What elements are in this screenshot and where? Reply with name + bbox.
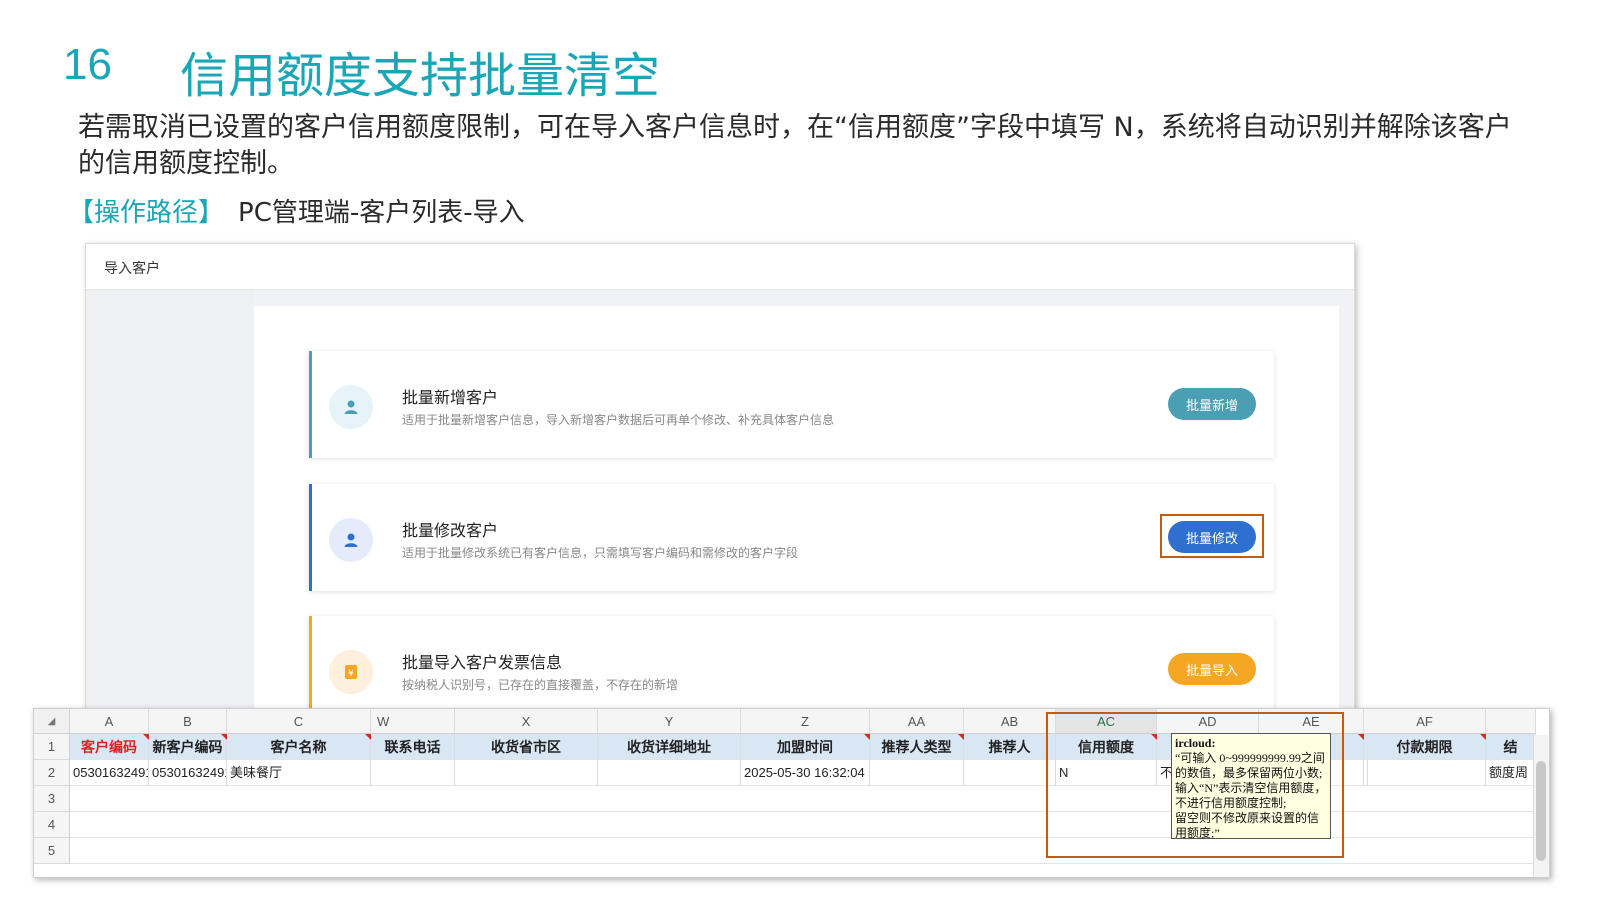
- comment-indicator: [958, 734, 964, 740]
- header-cell[interactable]: 联系电话: [371, 734, 455, 760]
- card-accent-bar: [309, 484, 312, 591]
- operation-path-value: PC管理端-客户列表-导入: [238, 198, 525, 228]
- window-title: 导入客户: [104, 261, 160, 277]
- window-header: 导入客户: [86, 244, 1354, 290]
- highlight-box: [1046, 712, 1344, 858]
- comment-indicator: [365, 734, 371, 740]
- comment-indicator: [864, 734, 870, 740]
- column-header[interactable]: B: [149, 709, 227, 734]
- data-cell[interactable]: 美味餐厅: [227, 760, 371, 786]
- card-description: 适用于批量新增客户信息，导入新增客户数据后可再单个修改、补充具体客户信息: [402, 413, 835, 427]
- column-header[interactable]: [1486, 709, 1536, 734]
- data-cell[interactable]: [371, 760, 455, 786]
- data-cell[interactable]: 2025-05-30 16:32:04: [741, 760, 870, 786]
- header-cell[interactable]: 客户编码: [70, 734, 149, 760]
- row-header[interactable]: 2: [34, 760, 70, 786]
- column-header[interactable]: C: [227, 709, 371, 734]
- header-cell[interactable]: 新客户编码: [149, 734, 227, 760]
- data-cell[interactable]: [870, 760, 964, 786]
- comment-indicator: [1480, 734, 1486, 740]
- operation-path: 【操作路径】 PC管理端-客户列表-导入: [68, 192, 525, 229]
- batch-edit-card: 批量修改客户 适用于批量修改系统已有客户信息，只需填写客户编码和需修改的客户字段…: [309, 484, 1274, 591]
- data-cell[interactable]: 额度周: [1486, 760, 1536, 786]
- column-header[interactable]: AF: [1364, 709, 1486, 734]
- column-header[interactable]: Z: [741, 709, 870, 734]
- row-header[interactable]: 4: [34, 812, 70, 838]
- invoice-icon: ¥: [329, 650, 373, 694]
- import-customer-window: 导入客户 批量新增客户 适用于批量新增客户信息，导入新增客户数据后可再单个修改、…: [85, 243, 1355, 713]
- header-cell[interactable]: 结: [1486, 734, 1536, 760]
- side-area: [86, 290, 254, 712]
- select-all-corner[interactable]: ◢: [34, 709, 70, 734]
- card-title: 批量导入客户发票信息: [402, 653, 563, 672]
- card-description: 按纳税人识别号，已存在的直接覆盖，不存在的新增: [402, 678, 679, 692]
- user-icon: [329, 385, 373, 429]
- batch-import-button[interactable]: 批量导入: [1168, 653, 1256, 685]
- column-header[interactable]: AB: [964, 709, 1056, 734]
- data-cell[interactable]: 05301632491: [70, 760, 149, 786]
- card-accent-bar: [309, 351, 312, 458]
- column-header[interactable]: W: [371, 709, 455, 734]
- comment-indicator: [221, 734, 227, 740]
- data-cell[interactable]: [964, 760, 1056, 786]
- column-header[interactable]: AA: [870, 709, 964, 734]
- slide-number: 16: [63, 40, 112, 89]
- batch-add-card: 批量新增客户 适用于批量新增客户信息，导入新增客户数据后可再单个修改、补充具体客…: [309, 351, 1274, 458]
- batch-add-button[interactable]: 批量新增: [1168, 388, 1256, 420]
- card-accent-bar: [309, 616, 312, 712]
- column-header[interactable]: X: [455, 709, 598, 734]
- scrollbar-thumb[interactable]: [1536, 761, 1546, 861]
- comment-indicator: [143, 734, 149, 740]
- highlight-box: [1160, 514, 1264, 558]
- row-header[interactable]: 3: [34, 786, 70, 812]
- data-cell[interactable]: 05301632491: [149, 760, 227, 786]
- slide-description: 若需取消已设置的客户信用额度限制，可在导入客户信息时，在“信用额度”字段中填写 …: [78, 112, 1512, 179]
- header-cell[interactable]: 客户名称: [227, 734, 371, 760]
- header-cell[interactable]: 推荐人: [964, 734, 1056, 760]
- header-cell[interactable]: 收货详细地址: [598, 734, 741, 760]
- batch-invoice-card: ¥ 批量导入客户发票信息 按纳税人识别号，已存在的直接覆盖，不存在的新增 批量导…: [309, 616, 1274, 712]
- import-options-panel: 批量新增客户 适用于批量新增客户信息，导入新增客户数据后可再单个修改、补充具体客…: [254, 306, 1339, 712]
- card-title: 批量新增客户: [402, 388, 499, 407]
- card-description: 适用于批量修改系统已有客户信息，只需填写客户编码和需修改的客户字段: [402, 546, 799, 560]
- column-header[interactable]: Y: [598, 709, 741, 734]
- comment-indicator: [1358, 734, 1364, 740]
- data-cell[interactable]: [455, 760, 598, 786]
- data-cell[interactable]: [598, 760, 741, 786]
- card-title: 批量修改客户: [402, 521, 499, 540]
- operation-path-tag: 【操作路径】: [68, 198, 225, 228]
- header-cell[interactable]: 加盟时间: [741, 734, 870, 760]
- data-cell[interactable]: [1364, 760, 1486, 786]
- header-cell[interactable]: 收货省市区: [455, 734, 598, 760]
- row-header[interactable]: 5: [34, 838, 70, 864]
- user-icon: [329, 518, 373, 562]
- slide-title: 信用额度支持批量清空: [180, 48, 661, 104]
- header-cell[interactable]: 付款期限: [1364, 734, 1486, 760]
- header-cell[interactable]: 推荐人类型: [870, 734, 964, 760]
- svg-text:¥: ¥: [348, 669, 354, 679]
- row-header[interactable]: 1: [34, 734, 70, 760]
- column-header[interactable]: A: [70, 709, 149, 734]
